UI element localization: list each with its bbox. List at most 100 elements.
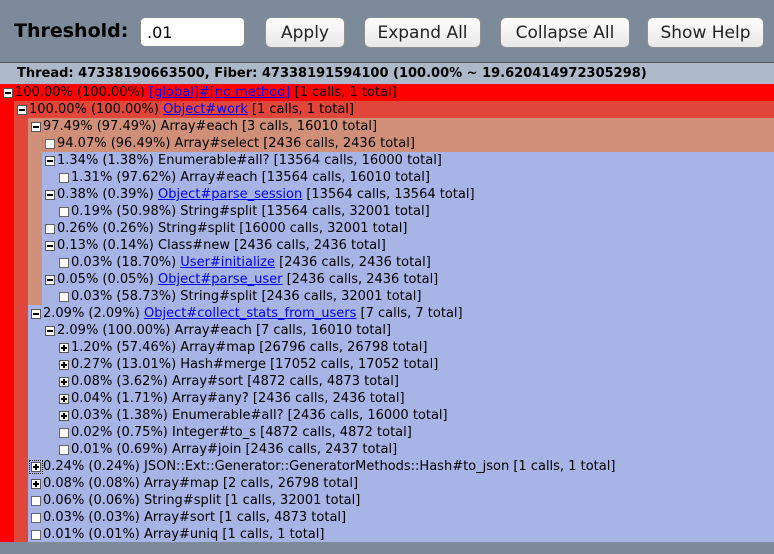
tree-row[interactable]: 94.07% (96.49%) Array#select [2436 calls… (42, 135, 774, 152)
expand-toggle-icon[interactable] (59, 360, 69, 370)
ancestor-band (0, 475, 14, 492)
tree-row[interactable]: 97.49% (97.49%) Array#each [3 calls, 160… (28, 118, 774, 135)
ancestor-band (14, 441, 28, 458)
tree-row[interactable]: 100.00% (100.00%) Object#work [1 calls, … (14, 101, 774, 118)
expand-toggle-icon[interactable] (59, 343, 69, 353)
ancestor-band (0, 492, 14, 509)
collapse-all-button[interactable]: Collapse All (500, 17, 630, 48)
ancestor-band (0, 169, 14, 186)
show-help-button[interactable]: Show Help (647, 17, 764, 48)
tree-row[interactable]: 1.31% (97.62%) Array#each [13564 calls, … (56, 169, 774, 186)
ancestor-band (28, 271, 42, 288)
tree-row[interactable]: 0.24% (0.24%) JSON::Ext::Generator::Gene… (28, 458, 774, 475)
row-stats: [1 calls, 32001 total] (221, 493, 361, 508)
tree-row[interactable]: 0.19% (50.98%) String#split [13564 calls… (56, 203, 774, 220)
expand-toggle-icon[interactable] (59, 394, 69, 404)
row-text: 0.02% (0.75%) Integer#to_s [4872 calls, … (71, 424, 412, 441)
collapse-toggle-icon[interactable] (17, 105, 27, 115)
tree-row[interactable]: 0.26% (0.26%) String#split [16000 calls,… (42, 220, 774, 237)
tree-row[interactable]: 0.27% (13.01%) Hash#merge [17052 calls, … (56, 356, 774, 373)
row-text: 0.08% (0.08%) Array#map [2 calls, 26798 … (43, 475, 358, 492)
ancestor-band (14, 424, 28, 441)
collapse-toggle-icon[interactable] (45, 241, 55, 251)
leaf-box-icon (31, 496, 41, 506)
ancestor-band (42, 254, 56, 271)
ancestor-band (42, 288, 56, 305)
ancestor-band (42, 169, 56, 186)
tree-row[interactable]: 1.20% (57.46%) Array#map [26796 calls, 2… (56, 339, 774, 356)
method-name: Array#each (174, 323, 252, 338)
threshold-input[interactable] (140, 17, 245, 47)
tree-row[interactable]: 0.05% (0.05%) Object#parse_user [2436 ca… (42, 271, 774, 288)
thread-header-text: Thread: 47338190663500, Fiber: 473381915… (17, 66, 647, 81)
ancestor-band (14, 254, 28, 271)
tree-row[interactable]: 0.08% (0.08%) Array#map [2 calls, 26798 … (28, 475, 774, 492)
collapse-toggle-icon[interactable] (31, 122, 41, 132)
row-percent: 1.34% (1.38%) (57, 153, 159, 168)
method-name: String#split (158, 221, 236, 236)
row-text: 0.26% (0.26%) String#split [16000 calls,… (57, 220, 407, 237)
expand-toggle-icon[interactable] (31, 479, 41, 489)
ancestor-band (28, 356, 42, 373)
method-link[interactable]: Object#collect_stats_from_users (144, 306, 356, 321)
method-link[interactable]: User#initialize (180, 255, 275, 270)
ancestor-band (42, 407, 56, 424)
collapse-toggle-icon[interactable] (45, 275, 55, 285)
ancestor-band (28, 390, 42, 407)
ancestor-band (14, 135, 28, 152)
row-stats: [2436 calls, 2436 total] (282, 272, 439, 287)
row-percent: 1.31% (97.62%) (71, 170, 181, 185)
row-percent: 0.03% (58.73%) (71, 289, 181, 304)
tree-row[interactable]: 0.03% (0.03%) Array#sort [1 calls, 4873 … (28, 509, 774, 526)
collapse-toggle-icon[interactable] (45, 190, 55, 200)
apply-button[interactable]: Apply (265, 17, 345, 48)
tree-row[interactable]: 1.34% (1.38%) Enumerable#all? [13564 cal… (42, 152, 774, 169)
ancestor-band (14, 492, 28, 509)
tree-row[interactable]: 2.09% (2.09%) Object#collect_stats_from_… (28, 305, 774, 322)
method-link[interactable]: Object#parse_session (158, 187, 302, 202)
tree-row[interactable]: 0.03% (58.73%) String#split [2436 calls,… (56, 288, 774, 305)
tree-row[interactable]: 0.01% (0.01%) Array#uniq [1 calls, 1 tot… (28, 526, 774, 543)
row-stats: [2436 calls, 16000 total] (283, 408, 448, 423)
row-percent: 100.00% (100.00%) (29, 102, 164, 117)
tree-row[interactable]: 2.09% (100.00%) Array#each [7 calls, 160… (42, 322, 774, 339)
ancestor-band (0, 220, 14, 237)
expand-toggle-icon[interactable] (59, 411, 69, 421)
row-text: 0.19% (50.98%) String#split [13564 calls… (71, 203, 430, 220)
tree-row[interactable]: 0.02% (0.75%) Integer#to_s [4872 calls, … (56, 424, 774, 441)
method-name: String#split (180, 204, 258, 219)
row-stats: [2436 calls, 2436 total] (275, 255, 431, 270)
collapse-toggle-icon[interactable] (31, 309, 41, 319)
row-stats: [2436 calls, 2436 total] (229, 238, 386, 253)
tree-row[interactable]: 0.03% (1.38%) Enumerable#all? [2436 call… (56, 407, 774, 424)
row-text: 0.01% (0.01%) Array#uniq [1 calls, 1 tot… (43, 526, 324, 543)
tree-row[interactable]: 0.06% (0.06%) String#split [1 calls, 320… (28, 492, 774, 509)
collapse-toggle-icon[interactable] (3, 88, 13, 98)
expand-toggle-icon[interactable] (29, 460, 43, 474)
tree-row[interactable]: 0.01% (0.69%) Array#join [2436 calls, 24… (56, 441, 774, 458)
row-stats: [7 calls, 16010 total] (251, 323, 392, 338)
ancestor-band (28, 441, 42, 458)
tree-row[interactable]: 0.04% (1.71%) Array#any? [2436 calls, 24… (56, 390, 774, 407)
method-name: Array#join (172, 442, 242, 457)
row-stats: [4872 calls, 4873 total] (243, 374, 399, 389)
row-text: 0.13% (0.14%) Class#new [2436 calls, 243… (57, 237, 386, 254)
tree-row[interactable]: 0.08% (3.62%) Array#sort [4872 calls, 48… (56, 373, 774, 390)
row-text: 0.03% (1.38%) Enumerable#all? [2436 call… (71, 407, 448, 424)
tree-row[interactable]: 100.00% (100.00%) [global]#[no method] [… (0, 84, 774, 101)
row-percent: 0.03% (0.03%) (43, 510, 145, 525)
method-link[interactable]: Object#parse_user (158, 272, 282, 287)
row-stats: [13564 calls, 32001 total] (257, 204, 430, 219)
expand-all-button[interactable]: Expand All (364, 17, 481, 48)
ancestor-band (14, 203, 28, 220)
collapse-toggle-icon[interactable] (45, 156, 55, 166)
tree-row[interactable]: 0.13% (0.14%) Class#new [2436 calls, 243… (42, 237, 774, 254)
row-percent: 0.03% (18.70%) (71, 255, 181, 270)
method-link[interactable]: Object#work (163, 102, 248, 117)
method-link[interactable]: [global]#[no method] (149, 85, 290, 100)
tree-row[interactable]: 0.38% (0.39%) Object#parse_session [1356… (42, 186, 774, 203)
tree-row[interactable]: 0.03% (18.70%) User#initialize [2436 cal… (56, 254, 774, 271)
ancestor-band (28, 220, 42, 237)
expand-toggle-icon[interactable] (59, 377, 69, 387)
collapse-toggle-icon[interactable] (45, 326, 55, 336)
